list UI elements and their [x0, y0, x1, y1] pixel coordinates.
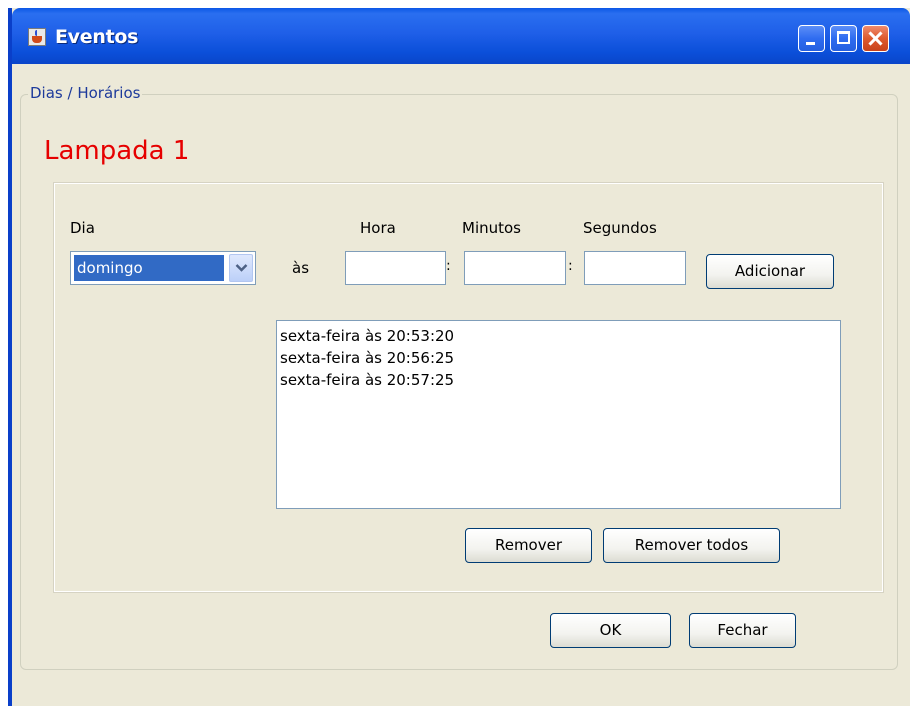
close-button[interactable]	[862, 25, 889, 52]
list-item[interactable]: sexta-feira às 20:53:20	[277, 325, 840, 347]
remover-button[interactable]: Remover	[465, 528, 592, 563]
segundos-label: Segundos	[583, 219, 657, 237]
chevron-down-icon	[235, 264, 248, 272]
minutos-input[interactable]	[464, 251, 566, 285]
colon-separator: :	[568, 258, 573, 274]
maximize-icon	[837, 31, 850, 44]
dia-label: Dia	[70, 219, 95, 237]
eventos-window: Eventos Dias / Horários Lampada 1 Dia Ho…	[8, 8, 910, 706]
title-bar[interactable]: Eventos	[12, 8, 910, 64]
events-list[interactable]: sexta-feira às 20:53:20 sexta-feira às 2…	[276, 320, 841, 509]
combo-dropdown-button[interactable]	[229, 254, 253, 282]
lamp-title: Lampada 1	[44, 136, 190, 166]
minimize-icon	[806, 42, 815, 45]
ok-button[interactable]: OK	[550, 613, 671, 648]
minimize-button[interactable]	[798, 25, 825, 52]
adicionar-button[interactable]: Adicionar	[706, 254, 834, 289]
segundos-input[interactable]	[584, 251, 686, 285]
window-title: Eventos	[55, 26, 139, 48]
colon-separator: :	[446, 258, 451, 274]
hora-label: Hora	[360, 219, 396, 237]
hora-input[interactable]	[345, 251, 446, 285]
as-label: às	[292, 259, 310, 277]
list-item[interactable]: sexta-feira às 20:57:25	[277, 369, 840, 391]
dia-selected-value: domingo	[74, 255, 224, 281]
remover-todos-button[interactable]: Remover todos	[603, 528, 780, 563]
fechar-button[interactable]: Fechar	[689, 613, 796, 648]
close-icon	[863, 26, 888, 51]
minutos-label: Minutos	[462, 219, 521, 237]
java-cup-icon	[28, 28, 46, 46]
maximize-button[interactable]	[830, 25, 857, 52]
group-label: Dias / Horários	[28, 84, 143, 102]
list-item[interactable]: sexta-feira às 20:56:25	[277, 347, 840, 369]
dia-select[interactable]: domingo	[70, 251, 256, 285]
